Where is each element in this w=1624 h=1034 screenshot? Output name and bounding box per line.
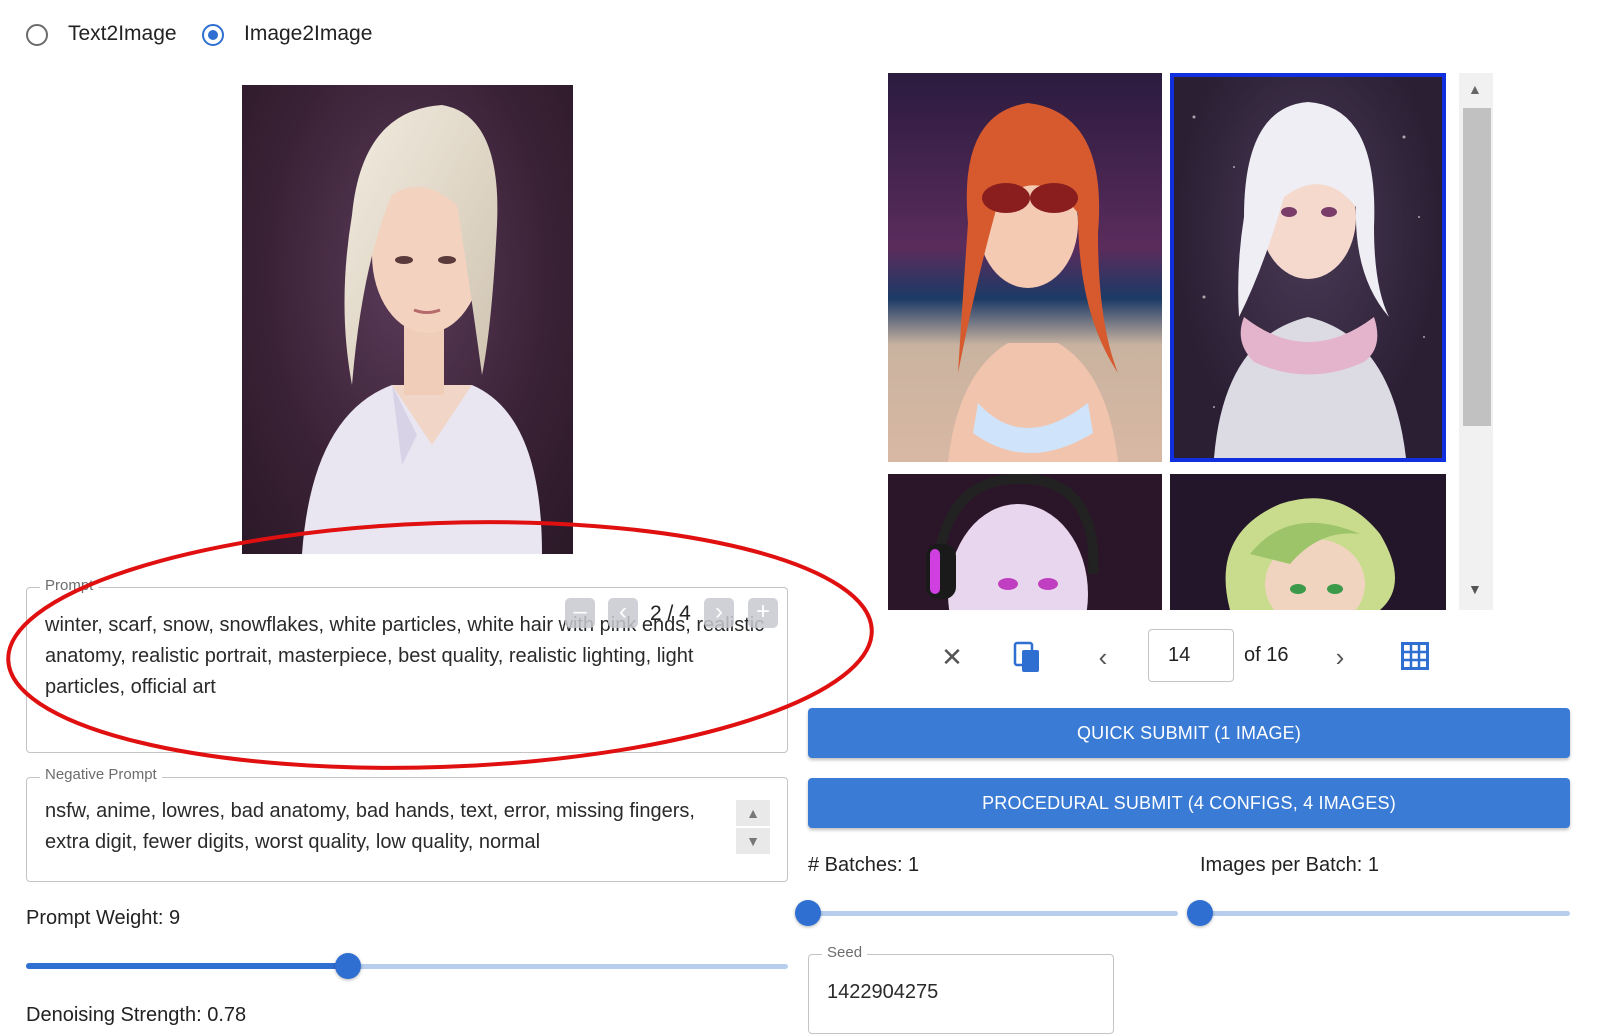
seed-legend: Seed [822, 945, 868, 961]
prompt-weight-label: Prompt Weight: 9 [26, 907, 181, 929]
radio-image2image[interactable] [202, 24, 224, 46]
gallery-page-input[interactable]: 14 [1148, 629, 1234, 682]
images-per-batch-thumb[interactable] [1187, 900, 1213, 926]
batches-thumb[interactable] [795, 900, 821, 926]
chevron-left-icon[interactable]: ‹ [1086, 640, 1120, 674]
images-per-batch-label: Images per Batch: 1 [1200, 854, 1379, 876]
batches-label: # Batches: 1 [808, 854, 920, 876]
copy-icon[interactable] [1012, 641, 1042, 675]
mode-radio-group: Text2Image Image2Image [26, 22, 426, 52]
gallery-thumbnail-2-selected[interactable] [1170, 73, 1446, 462]
images-per-batch-track[interactable] [1200, 911, 1570, 916]
radio-image2image-label[interactable]: Image2Image [244, 22, 372, 46]
radio-text2image-label[interactable]: Text2Image [68, 22, 177, 46]
seed-field[interactable]: 1422904275 [808, 954, 1114, 1034]
chevron-right-icon[interactable]: › [1323, 640, 1357, 674]
source-image [242, 85, 573, 554]
grid-icon[interactable] [1401, 642, 1429, 670]
gallery-thumbnail-4[interactable] [1170, 474, 1446, 610]
gallery-thumbnail-3[interactable] [888, 474, 1162, 610]
annotation-circle [6, 520, 874, 770]
gallery-scroll-up[interactable]: ▲ [1468, 81, 1482, 97]
gallery-scroll-thumb[interactable] [1463, 108, 1491, 426]
seed-value[interactable]: 1422904275 [827, 977, 938, 1008]
procedural-submit-button[interactable]: PROCEDURAL SUBMIT (4 CONFIGS, 4 IMAGES) [808, 778, 1570, 828]
gallery-scroll-down[interactable]: ▼ [1468, 581, 1482, 597]
negative-prompt-scroll-down[interactable]: ▼ [736, 828, 770, 854]
quick-submit-button[interactable]: QUICK SUBMIT (1 IMAGE) [808, 708, 1570, 758]
radio-text2image[interactable] [26, 24, 48, 46]
negative-prompt-scroll-up[interactable]: ▲ [736, 800, 770, 826]
negative-prompt-text[interactable]: nsfw, anime, lowres, bad anatomy, bad ha… [45, 796, 695, 858]
batches-track[interactable] [808, 911, 1178, 916]
gallery-thumbnail-1[interactable] [888, 73, 1162, 462]
prompt-weight-fill [26, 963, 348, 969]
negative-prompt-field[interactable]: nsfw, anime, lowres, bad anatomy, bad ha… [26, 777, 788, 882]
prompt-weight-thumb[interactable] [335, 953, 361, 979]
close-icon[interactable]: ✕ [935, 640, 969, 674]
gallery-page-total: of 16 [1244, 644, 1289, 666]
gallery-scrollbar[interactable]: ▲ ▼ [1459, 73, 1493, 610]
